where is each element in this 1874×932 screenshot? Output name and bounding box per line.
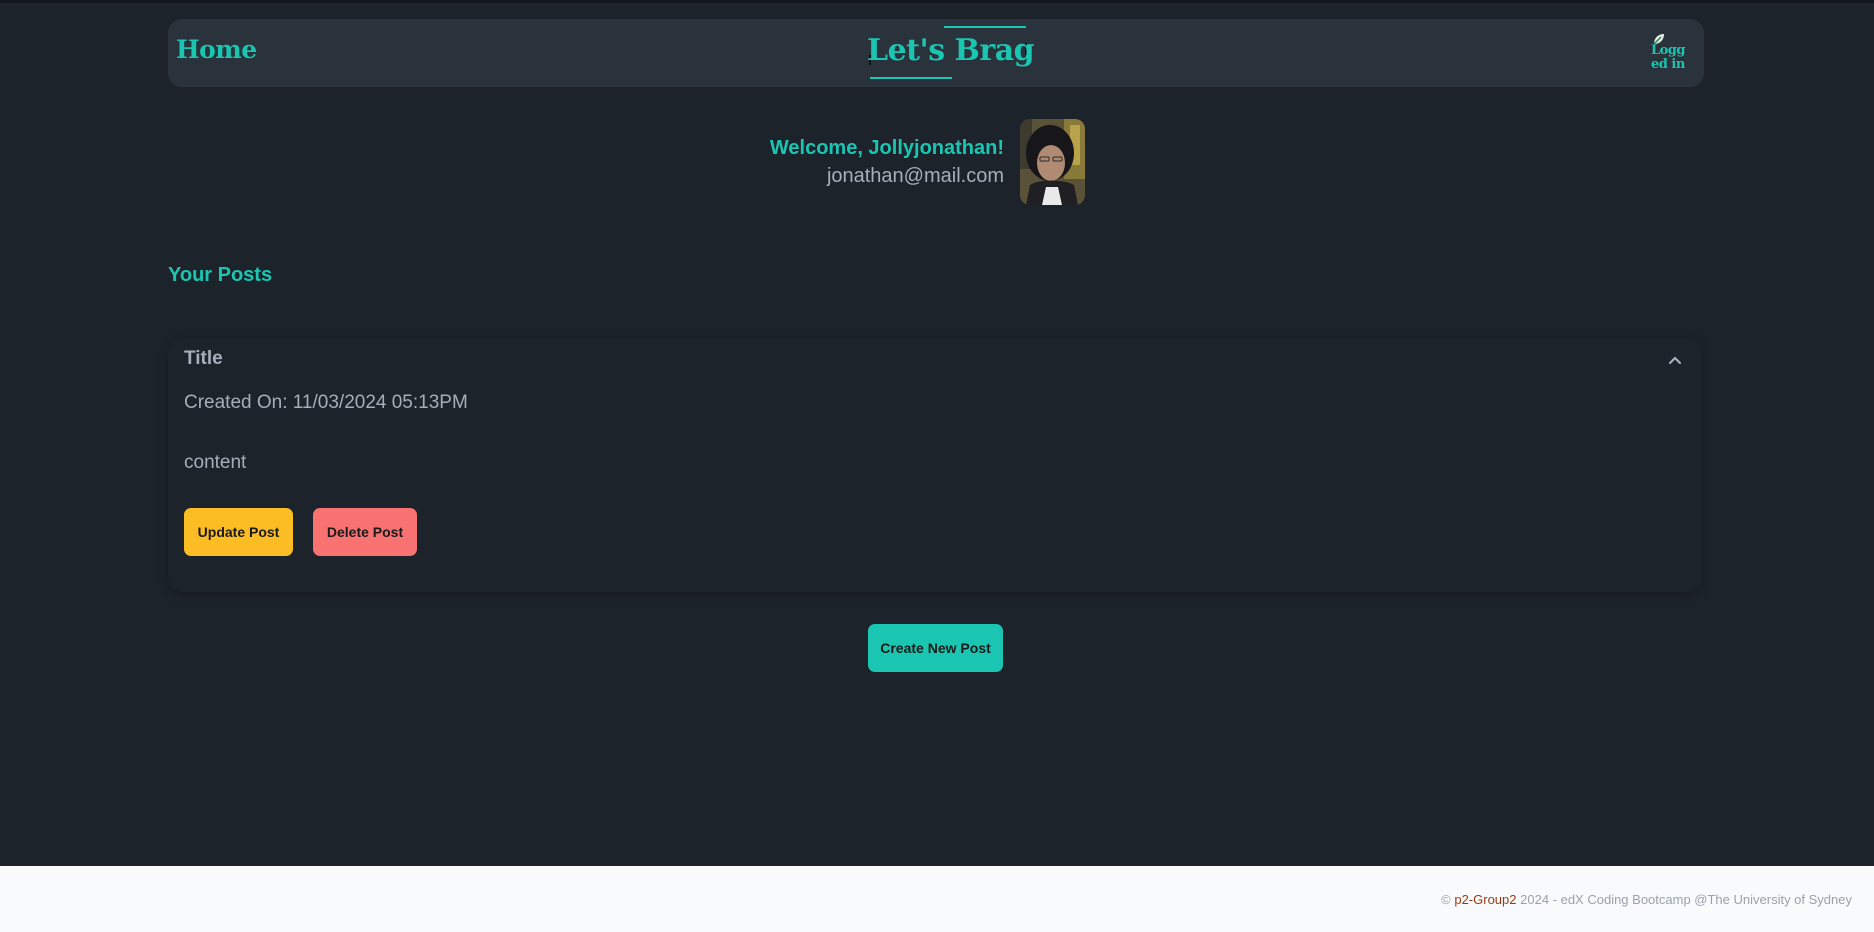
top-edge-line: [0, 0, 1874, 3]
post-created-on: Created On: 11/03/2024 05:13PM: [184, 392, 468, 413]
footer-text: © p2-Group2 2024 - edX Coding Bootcamp @…: [1441, 892, 1852, 907]
post-title[interactable]: Title: [184, 348, 223, 370]
post-content: content: [184, 452, 247, 473]
update-post-button[interactable]: Update Post: [184, 508, 293, 556]
brand: Let's Brag: [867, 23, 1035, 79]
footer: © p2-Group2 2024 - edX Coding Bootcamp @…: [0, 866, 1874, 932]
profile-header: Welcome, Jollyjonathan! jonathan@mail.co…: [760, 119, 1085, 205]
avatar: [1020, 119, 1085, 205]
post-card: Title Created On: 11/03/2024 05:13PM con…: [168, 338, 1702, 592]
brand-title: Let's Brag: [867, 33, 1035, 68]
group-link[interactable]: p2-Group2: [1454, 892, 1516, 907]
login-status[interactable]: Logged in: [1648, 32, 1696, 74]
delete-post-button[interactable]: Delete Post: [313, 508, 417, 556]
your-posts-heading: Your Posts: [168, 264, 273, 286]
welcome-message: Welcome, Jollyjonathan!: [769, 137, 1004, 159]
brand-underline-bottom: [870, 77, 952, 79]
brand-underline-top: [944, 26, 1026, 28]
avatar-photo: [1020, 119, 1085, 205]
home-link[interactable]: Home: [176, 35, 257, 64]
chevron-up-icon[interactable]: [1667, 352, 1683, 368]
footer-credits: 2024 - edX Coding Bootcamp @The Universi…: [1520, 892, 1852, 907]
create-new-post-button[interactable]: Create New Post: [868, 624, 1003, 672]
login-status-text: Logged in: [1651, 43, 1686, 72]
user-email: jonathan@mail.com: [826, 165, 1004, 187]
navbar: Home Let's Brag Logged in: [168, 19, 1704, 87]
copyright-symbol: ©: [1441, 892, 1451, 907]
